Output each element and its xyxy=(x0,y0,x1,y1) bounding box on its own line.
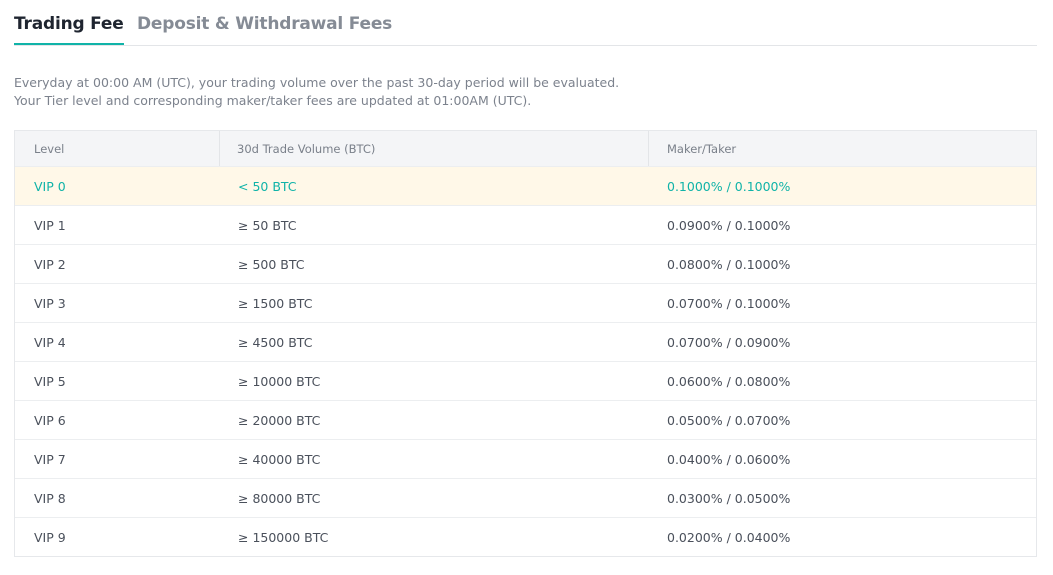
tab-deposit-withdrawal-fees[interactable]: Deposit & Withdrawal Fees xyxy=(137,14,392,34)
level-cell: VIP 1 xyxy=(34,217,66,233)
volume-cell: < 50 BTC xyxy=(238,178,297,194)
volume-cell: ≥ 10000 BTC xyxy=(238,373,321,389)
table-row: VIP 4 ≥ 4500 BTC 0.0700% / 0.0900% xyxy=(15,322,1036,361)
fee-cell: 0.0400% / 0.0600% xyxy=(667,451,791,467)
volume-cell: ≥ 1500 BTC xyxy=(238,295,313,311)
fee-cell: 0.0500% / 0.0700% xyxy=(667,412,791,428)
column-divider xyxy=(648,131,649,166)
volume-cell: ≥ 50 BTC xyxy=(238,217,297,233)
tab-trading-fee-label: Trading Fee xyxy=(14,14,124,34)
volume-cell: ≥ 40000 BTC xyxy=(238,451,321,467)
volume-cell: ≥ 4500 BTC xyxy=(238,334,313,350)
level-cell: VIP 7 xyxy=(34,451,66,467)
level-cell: VIP 3 xyxy=(34,295,66,311)
fee-cell: 0.1000% / 0.1000% xyxy=(667,178,791,194)
table-row-current-tier: VIP 0 < 50 BTC 0.1000% / 0.1000% xyxy=(15,166,1036,205)
level-cell: VIP 8 xyxy=(34,490,66,506)
level-cell: VIP 0 xyxy=(34,178,66,194)
table-row: VIP 7 ≥ 40000 BTC 0.0400% / 0.0600% xyxy=(15,439,1036,478)
description-line-2: Your Tier level and corresponding maker/… xyxy=(14,93,532,108)
fee-table: Level 30d Trade Volume (BTC) Maker/Taker… xyxy=(14,130,1037,557)
tab-trading-fee[interactable]: Trading Fee xyxy=(14,14,124,45)
level-cell: VIP 9 xyxy=(34,529,66,545)
header-maker-taker: Maker/Taker xyxy=(667,141,737,156)
table-row: VIP 9 ≥ 150000 BTC 0.0200% / 0.0400% xyxy=(15,517,1036,556)
header-level: Level xyxy=(34,141,65,156)
fee-cell: 0.0700% / 0.1000% xyxy=(667,295,791,311)
fee-cell: 0.0200% / 0.0400% xyxy=(667,529,791,545)
table-row: VIP 8 ≥ 80000 BTC 0.0300% / 0.0500% xyxy=(15,478,1036,517)
level-cell: VIP 5 xyxy=(34,373,66,389)
volume-cell: ≥ 20000 BTC xyxy=(238,412,321,428)
fee-description: Everyday at 00:00 AM (UTC), your trading… xyxy=(14,74,619,110)
level-cell: VIP 4 xyxy=(34,334,66,350)
table-row: VIP 5 ≥ 10000 BTC 0.0600% / 0.0800% xyxy=(15,361,1036,400)
volume-cell: ≥ 80000 BTC xyxy=(238,490,321,506)
table-body: VIP 0 < 50 BTC 0.1000% / 0.1000% VIP 1 ≥ 50 … xyxy=(15,166,1036,556)
fee-cell: 0.0900% / 0.1000% xyxy=(667,217,791,233)
table-row: VIP 2 ≥ 500 BTC 0.0800% / 0.1000% xyxy=(15,244,1036,283)
fee-cell: 0.0700% / 0.0900% xyxy=(667,334,791,350)
tab-deposit-withdrawal-fees-label: Deposit & Withdrawal Fees xyxy=(137,14,393,34)
header-trade-volume: 30d Trade Volume (BTC) xyxy=(237,141,376,156)
fee-cell: 0.0800% / 0.1000% xyxy=(667,256,791,272)
description-line-1: Everyday at 00:00 AM (UTC), your trading… xyxy=(14,75,620,90)
fee-cell: 0.0300% / 0.0500% xyxy=(667,490,791,506)
volume-cell: ≥ 500 BTC xyxy=(238,256,305,272)
table-header-row: Level 30d Trade Volume (BTC) Maker/Taker xyxy=(15,131,1036,166)
table-row: VIP 3 ≥ 1500 BTC 0.0700% / 0.1000% xyxy=(15,283,1036,322)
volume-cell: ≥ 150000 BTC xyxy=(238,529,329,545)
fee-tabs: Trading Fee Deposit & Withdrawal Fees xyxy=(14,0,1037,46)
fee-cell: 0.0600% / 0.0800% xyxy=(667,373,791,389)
active-tab-indicator xyxy=(14,43,124,45)
level-cell: VIP 6 xyxy=(34,412,66,428)
level-cell: VIP 2 xyxy=(34,256,66,272)
column-divider xyxy=(219,131,220,166)
table-row: VIP 6 ≥ 20000 BTC 0.0500% / 0.0700% xyxy=(15,400,1036,439)
table-row: VIP 1 ≥ 50 BTC 0.0900% / 0.1000% xyxy=(15,205,1036,244)
